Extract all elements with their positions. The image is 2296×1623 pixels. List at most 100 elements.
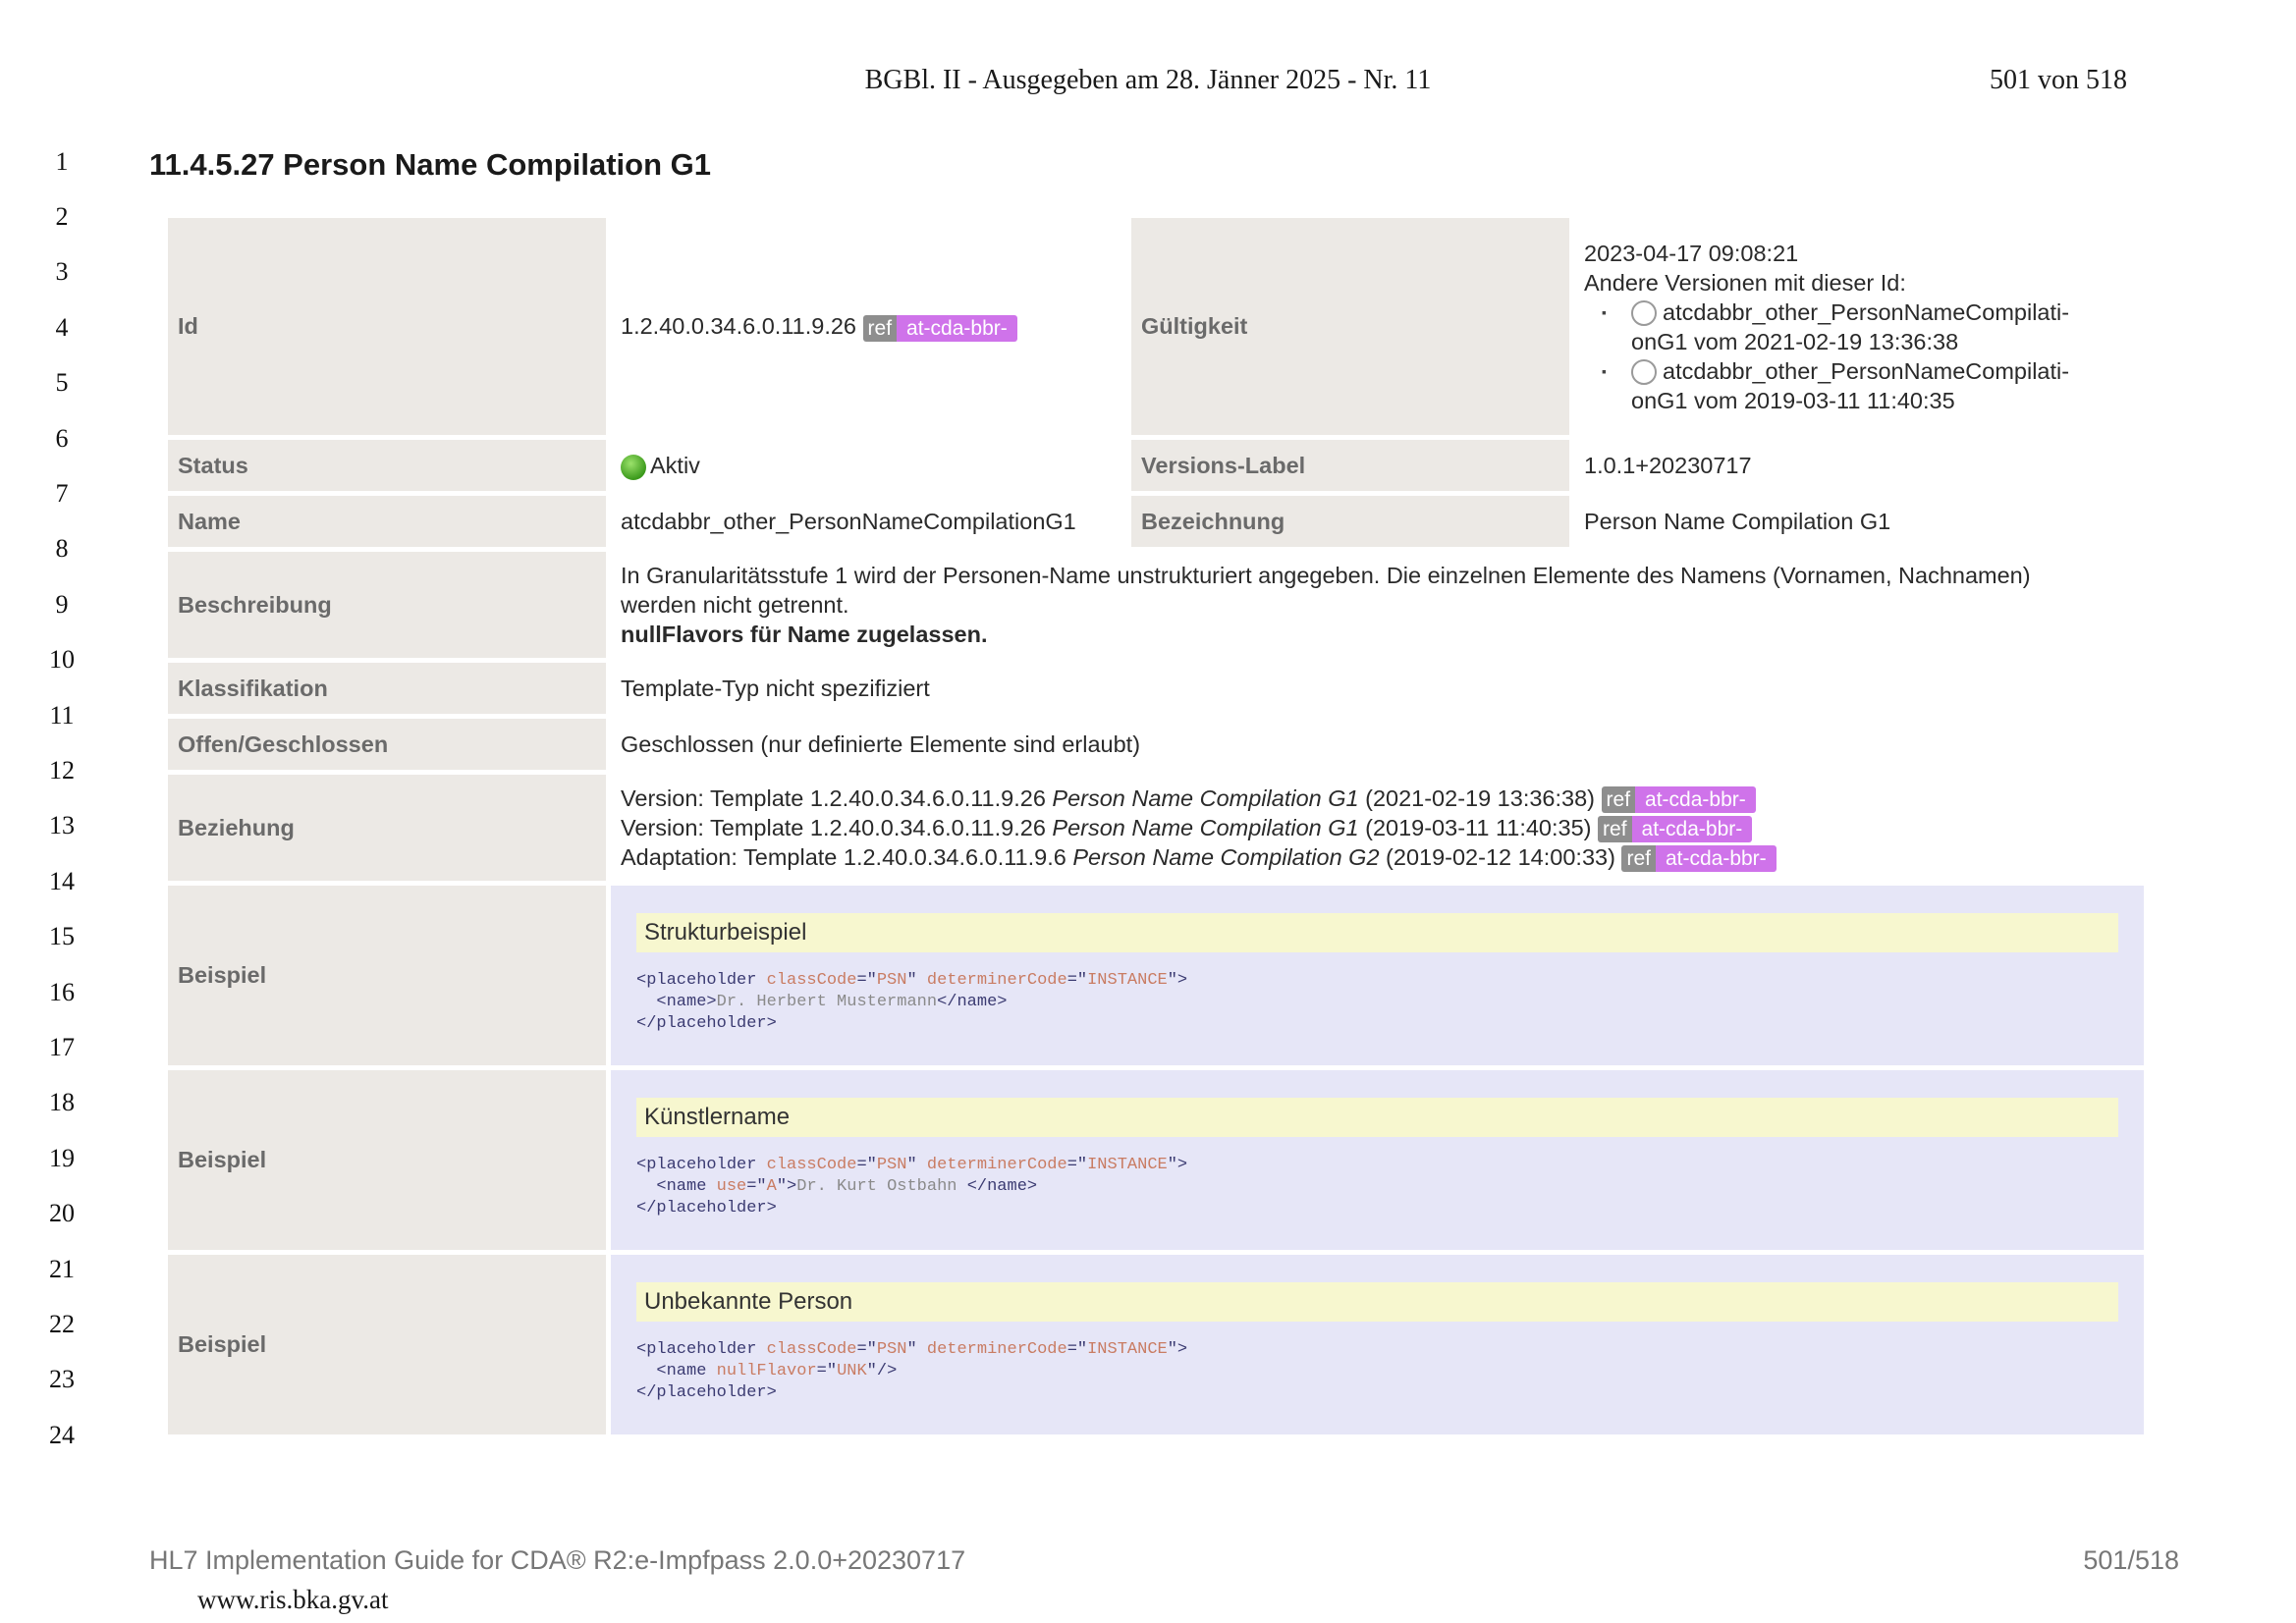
- value-version-label: 1.0.1+20230717: [1584, 453, 1752, 478]
- row-relation: Beziehung Version: Template 1.2.40.0.34.…: [168, 775, 2144, 881]
- line-number: 21: [49, 1255, 75, 1283]
- gazette-header: BGBl. II - Ausgegeben am 28. Jänner 2025…: [864, 65, 1432, 95]
- label-example: Beispiel: [168, 1070, 606, 1250]
- line-number: 19: [49, 1144, 75, 1172]
- description-bold: nullFlavors für Name zugelassen.: [621, 622, 988, 647]
- row-status: Status Aktiv Versions-Label 1.0.1+202307…: [168, 440, 2144, 491]
- gazette-page-number: 501 von 518: [1990, 65, 2127, 95]
- line-number: 24: [49, 1421, 75, 1449]
- radio-icon[interactable]: [1631, 300, 1657, 327]
- status-active-icon: [621, 454, 646, 480]
- radio-icon[interactable]: [1631, 359, 1657, 386]
- line-number: 15: [49, 922, 75, 950]
- ref-badge[interactable]: ref at-cda-bbr-: [1598, 816, 1753, 843]
- ref-label: ref: [862, 314, 898, 342]
- line-number: 2: [55, 202, 69, 231]
- relation-item: Version: Template 1.2.40.0.34.6.0.11.9.2…: [621, 813, 2134, 843]
- row-example: Beispiel Strukturbeispiel <placeholder c…: [168, 886, 2144, 1065]
- row-open-closed: Offen/Geschlossen Geschlossen (nur defin…: [168, 719, 2144, 770]
- ref-label: ref: [1598, 816, 1632, 843]
- line-number: 18: [49, 1088, 75, 1116]
- value-description: In Granularitätsstufe 1 wird der Persone…: [611, 552, 2144, 658]
- label-name: Name: [168, 496, 606, 547]
- ref-badge[interactable]: ref at-cda-bbr-: [1621, 845, 1777, 873]
- line-number: 4: [55, 313, 69, 342]
- value-designation: Person Name Compilation G1: [1584, 509, 1891, 534]
- example-code: <placeholder classCode="PSN" determinerC…: [636, 1156, 1188, 1217]
- relation-item: Adaptation: Template 1.2.40.0.34.6.0.11.…: [621, 842, 2134, 873]
- line-number: 6: [55, 424, 69, 453]
- version-item[interactable]: atcdabbr_other_PersonNameCompilati- onG1…: [1602, 356, 2134, 415]
- version-line2: onG1 vom 2021‑02‑19 13:36:38: [1631, 328, 1959, 354]
- version-item[interactable]: atcdabbr_other_PersonNameCompilati- onG1…: [1602, 298, 2134, 356]
- line-number: 13: [49, 811, 75, 839]
- row-classification: Klassifikation Template-Typ nicht spezif…: [168, 663, 2144, 714]
- line-number: 16: [49, 978, 75, 1006]
- relation-template-name[interactable]: Person Name Compilation G2: [1072, 844, 1379, 870]
- ref-tag: at-cda-bbr-: [1655, 845, 1777, 873]
- relation-item: Version: Template 1.2.40.0.34.6.0.11.9.2…: [621, 784, 2134, 813]
- line-number: 22: [49, 1310, 75, 1338]
- validity-date: 2023‑04‑17 09:08:21: [1584, 240, 1799, 266]
- label-description: Beschreibung: [168, 552, 606, 658]
- ref-badge[interactable]: ref at-cda-bbr-: [1601, 785, 1756, 813]
- ref-label: ref: [1601, 785, 1636, 813]
- other-versions-list: atcdabbr_other_PersonNameCompilati- onG1…: [1584, 298, 2134, 415]
- label-id: Id: [168, 218, 606, 435]
- value-relation: Version: Template 1.2.40.0.34.6.0.11.9.2…: [611, 775, 2144, 881]
- line-number: 8: [55, 534, 69, 563]
- row-id: Id 1.2.40.0.34.6.0.11.9.26 ref at-cda-bbr…: [168, 218, 2144, 435]
- version-line1: atcdabbr_other_PersonNameCompilati-: [1663, 357, 2070, 384]
- relation-prefix: Version: Template 1.2.40.0.34.6.0.11.9.2…: [621, 814, 1053, 840]
- version-line2: onG1 vom 2019‑03‑11 11:40:35: [1631, 387, 1955, 413]
- example-box: Künstlername <placeholder classCode="PSN…: [611, 1070, 2144, 1250]
- footer-url[interactable]: www.ris.bka.gv.at: [197, 1585, 388, 1615]
- ref-badge[interactable]: ref at-cda-bbr-: [862, 314, 1017, 342]
- value-validity: 2023‑04‑17 09:08:21 Andere Versionen mit…: [1574, 218, 2144, 435]
- ref-tag: at-cda-bbr-: [1631, 816, 1753, 843]
- section-title: 11.4.5.27 Person Name Compilation G1: [149, 147, 712, 182]
- example-box: Unbekannte Person <placeholder classCode…: [611, 1255, 2144, 1434]
- example-code: <placeholder classCode="PSN" determinerC…: [636, 1340, 1188, 1402]
- value-classification: Template-Typ nicht spezifiziert: [621, 676, 930, 701]
- status-text: Aktiv: [650, 453, 700, 478]
- line-number: 10: [49, 645, 75, 674]
- label-status: Status: [168, 440, 606, 491]
- relation-prefix: Version: Template 1.2.40.0.34.6.0.11.9.2…: [621, 784, 1053, 811]
- label-classification: Klassifikation: [168, 663, 606, 714]
- label-open-closed: Offen/Geschlossen: [168, 719, 606, 770]
- line-number: 9: [55, 590, 69, 619]
- relation-date: (2019‑02‑12 14:00:33): [1379, 844, 1615, 871]
- value-status: Aktiv: [611, 440, 1126, 491]
- line-number: 23: [49, 1365, 75, 1393]
- line-number: 12: [49, 756, 75, 784]
- relation-template-name[interactable]: Person Name Compilation G1: [1052, 785, 1358, 811]
- line-number: 1: [55, 147, 69, 176]
- ref-tag: at-cda-bbr-: [1635, 785, 1756, 813]
- description-text: In Granularitätsstufe 1 wird der Persone…: [621, 563, 2031, 588]
- row-example: Beispiel Unbekannte Person <placeholder …: [168, 1255, 2144, 1434]
- version-line1: atcdabbr_other_PersonNameCompilati-: [1663, 298, 2070, 325]
- label-example: Beispiel: [168, 1255, 606, 1434]
- relation-date: (2019‑03‑11 11:40:35): [1358, 814, 1592, 840]
- example-code: <placeholder classCode="PSN" determinerC…: [636, 971, 1188, 1033]
- line-number: 3: [55, 257, 69, 286]
- line-number: 14: [49, 867, 75, 895]
- template-metadata-table: Id 1.2.40.0.34.6.0.11.9.26 ref at-cda-bbr…: [163, 213, 2149, 1439]
- line-number: 5: [55, 368, 69, 397]
- line-number: 17: [49, 1033, 75, 1061]
- relation-template-name[interactable]: Person Name Compilation G1: [1052, 815, 1358, 840]
- label-relation: Beziehung: [168, 775, 606, 881]
- footer-guide-title: HL7 Implementation Guide for CDA® R2:e-I…: [149, 1545, 966, 1575]
- value-open-closed: Geschlossen (nur definierte Elemente sin…: [621, 731, 1141, 757]
- row-name: Name atcdabbr_other_PersonNameCompilatio…: [168, 496, 2144, 547]
- value-name: atcdabbr_other_PersonNameCompilationG1: [621, 509, 1076, 534]
- footer-page-count: 501/518: [2083, 1545, 2179, 1575]
- example-title: Strukturbeispiel: [636, 913, 2118, 952]
- row-description: Beschreibung In Granularitätsstufe 1 wir…: [168, 552, 2144, 658]
- description-text-cont: werden nicht getrennt.: [621, 592, 849, 618]
- label-designation: Bezeichnung: [1131, 496, 1569, 547]
- ref-tag: at-cda-bbr-: [897, 314, 1017, 342]
- line-number: 20: [49, 1199, 75, 1227]
- example-title: Unbekannte Person: [636, 1282, 2118, 1322]
